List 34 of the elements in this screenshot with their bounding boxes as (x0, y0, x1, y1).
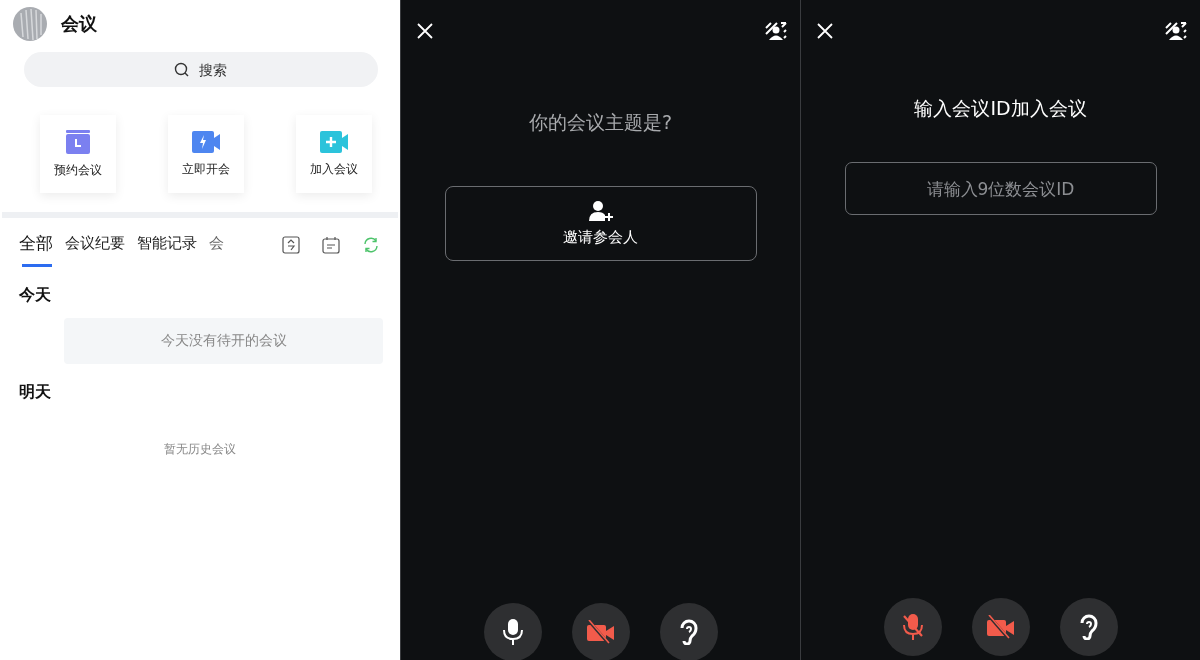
virtual-background-icon[interactable] (765, 22, 787, 40)
search-field[interactable]: 搜索 (24, 52, 378, 87)
add-person-icon (588, 200, 613, 222)
tab[interactable]: 智能记录 (137, 232, 197, 267)
action-button[interactable]: 预约会议 (40, 115, 116, 193)
ear-icon (678, 619, 699, 645)
join-title: 输入会议ID加入会议 (914, 96, 1087, 121)
section-heading: 明天 (18, 381, 52, 403)
muted-microphone-icon (901, 613, 924, 641)
tab[interactable]: 会 (209, 232, 224, 267)
ear-icon (1078, 614, 1099, 640)
microphone-icon (501, 618, 524, 646)
action-button[interactable]: 立即开会 (168, 115, 244, 193)
camera-off-icon (585, 620, 616, 644)
invite-participants-button[interactable]: 邀请参会人 (444, 186, 757, 261)
calendar-icon[interactable] (322, 235, 340, 254)
search-icon (174, 62, 190, 78)
tab[interactable]: 全部 (19, 232, 53, 267)
close-icon[interactable] (417, 23, 433, 39)
empty-notice: 今天没有待开的会议 (64, 318, 383, 364)
meeting-id-field[interactable]: 请输入9位数会议ID (844, 162, 1157, 215)
sound-document-icon[interactable] (282, 235, 300, 254)
action-button[interactable]: 加入会议 (296, 115, 372, 193)
close-icon[interactable] (817, 23, 833, 39)
tab[interactable]: 会议纪要 (65, 232, 125, 267)
camera-off-icon (985, 615, 1016, 639)
meeting-topic-prompt[interactable]: 你的会议主题是? (528, 110, 673, 136)
virtual-background-icon[interactable] (1165, 22, 1187, 40)
video-plus-icon (320, 130, 348, 153)
calendar-icon (65, 129, 91, 154)
page-title: 会议 (61, 12, 97, 36)
video-lightning-icon (192, 130, 220, 153)
section-heading: 今天 (18, 284, 52, 306)
empty-history-text: 暂无历史会议 (163, 441, 237, 458)
